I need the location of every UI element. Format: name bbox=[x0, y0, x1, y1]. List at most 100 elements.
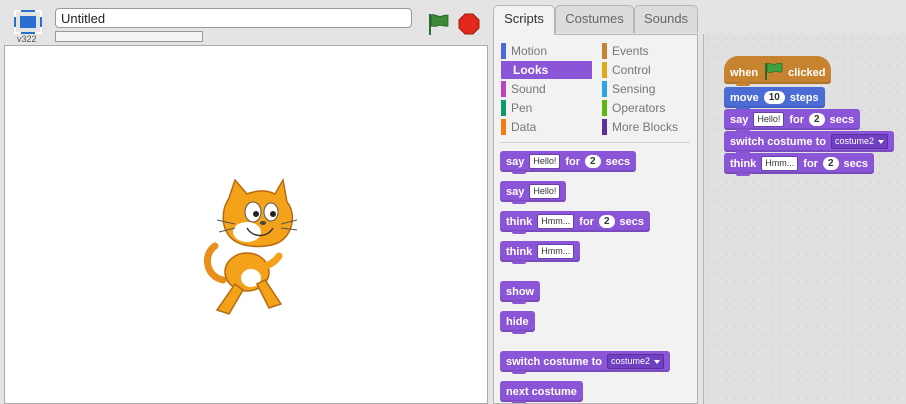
cat-sprite-icon[interactable] bbox=[201, 176, 301, 324]
category-color-swatch bbox=[501, 81, 506, 97]
category-data[interactable]: Data bbox=[501, 118, 591, 136]
category-control[interactable]: Control bbox=[602, 61, 694, 79]
costume-dropdown[interactable]: costume2 bbox=[606, 354, 664, 369]
category-pen[interactable]: Pen bbox=[501, 99, 591, 117]
block-keyword: say bbox=[730, 113, 749, 126]
block-keyword: next costume bbox=[506, 385, 577, 398]
category-label: Events bbox=[612, 44, 649, 58]
block-think[interactable]: think Hmm... bbox=[500, 241, 581, 264]
block-keyword: for bbox=[565, 155, 581, 168]
category-label: Looks bbox=[513, 63, 549, 77]
block-switch-costume[interactable]: switch costume to costume2 bbox=[500, 351, 670, 374]
block-notch bbox=[512, 371, 526, 374]
block-keyword: switch costume to bbox=[730, 135, 826, 148]
block-notch bbox=[512, 231, 526, 234]
block-keyword: say bbox=[506, 185, 525, 198]
block-notch bbox=[512, 171, 526, 174]
block-notch bbox=[736, 83, 750, 86]
tab-costumes[interactable]: Costumes bbox=[555, 5, 634, 33]
green-flag-icon[interactable] bbox=[426, 12, 450, 36]
category-color-swatch bbox=[602, 43, 607, 59]
category-label: Pen bbox=[511, 101, 533, 115]
block-keyword: think bbox=[506, 245, 533, 258]
block-say-for-secs[interactable]: say Hello! for 2 secs bbox=[500, 151, 637, 174]
category-label: More Blocks bbox=[612, 120, 679, 134]
category-events[interactable]: Events bbox=[602, 42, 694, 60]
block-keyword: hide bbox=[506, 315, 529, 328]
message-input[interactable]: Hmm... bbox=[537, 244, 575, 259]
category-more-blocks[interactable]: More Blocks bbox=[602, 118, 694, 136]
dropdown-value: costume2 bbox=[610, 356, 650, 366]
category-label: Sensing bbox=[612, 82, 656, 96]
block-say[interactable]: say Hello! bbox=[500, 181, 567, 204]
block-switch-costume[interactable]: switch costume to costume2 bbox=[724, 131, 894, 154]
block-move-steps[interactable]: move 10 steps bbox=[724, 87, 825, 110]
block-palette: Motion Looks Sound Pen Data Events Contr… bbox=[493, 34, 698, 404]
category-color-swatch bbox=[501, 43, 506, 59]
tab-sounds[interactable]: Sounds bbox=[634, 5, 698, 33]
seconds-input[interactable]: 2 bbox=[809, 113, 825, 126]
block-next-costume[interactable]: next costume bbox=[500, 381, 583, 403]
category-color-swatch bbox=[602, 119, 607, 135]
seconds-input[interactable]: 2 bbox=[585, 155, 601, 168]
message-input[interactable]: Hello! bbox=[753, 112, 785, 127]
block-notch bbox=[512, 301, 526, 304]
version-label: v322 bbox=[17, 34, 37, 44]
block-hide[interactable]: hide bbox=[500, 311, 535, 334]
message-input[interactable]: Hello! bbox=[529, 154, 561, 169]
message-input[interactable]: Hello! bbox=[529, 184, 561, 199]
dropdown-value: costume2 bbox=[834, 136, 874, 146]
block-notch bbox=[512, 261, 526, 264]
seconds-input[interactable]: 2 bbox=[822, 157, 839, 170]
palette-divider bbox=[500, 142, 690, 143]
category-label: Operators bbox=[612, 101, 666, 115]
block-keyword: secs bbox=[829, 113, 855, 126]
block-show[interactable]: show bbox=[500, 281, 541, 304]
category-label: Sound bbox=[511, 82, 546, 96]
block-think-for-secs[interactable]: think Hmm... for 2 secs bbox=[500, 211, 650, 234]
category-looks[interactable]: Looks bbox=[501, 61, 592, 79]
category-motion[interactable]: Motion bbox=[501, 42, 591, 60]
chevron-down-icon bbox=[878, 139, 884, 144]
block-keyword: think bbox=[730, 157, 757, 170]
stage-header: v322 bbox=[0, 0, 488, 45]
project-title-input[interactable] bbox=[55, 8, 412, 28]
costume-dropdown[interactable]: costume2 bbox=[830, 134, 888, 149]
message-input[interactable]: Hmm... bbox=[537, 214, 575, 229]
block-keyword: secs bbox=[619, 215, 644, 228]
fullscreen-icon[interactable] bbox=[14, 10, 42, 34]
block-keyword: for bbox=[579, 215, 594, 228]
block-keyword: switch costume to bbox=[506, 355, 602, 368]
scripts-area[interactable]: when clicked move 10 steps say Hello! fo… bbox=[703, 34, 906, 404]
message-input[interactable]: Hmm... bbox=[761, 156, 799, 171]
stage[interactable] bbox=[4, 45, 488, 404]
block-notch bbox=[736, 173, 750, 176]
category-sound[interactable]: Sound bbox=[501, 80, 591, 98]
block-say-for-secs[interactable]: say Hello! for 2 secs bbox=[724, 109, 861, 132]
green-flag-icon bbox=[763, 62, 783, 83]
block-when-flag-clicked[interactable]: when clicked bbox=[724, 56, 832, 86]
category-label: Data bbox=[511, 120, 537, 134]
category-color-swatch bbox=[501, 100, 506, 116]
steps-input[interactable]: 10 bbox=[763, 91, 785, 104]
block-think-for-secs[interactable]: think Hmm... for 2 secs bbox=[724, 153, 874, 176]
block-keyword: say bbox=[506, 155, 525, 168]
category-color-swatch bbox=[501, 119, 506, 135]
category-label: Motion bbox=[511, 44, 548, 58]
block-notch bbox=[512, 201, 526, 204]
category-color-swatch bbox=[602, 100, 607, 116]
chevron-down-icon bbox=[654, 359, 660, 364]
seconds-input[interactable]: 2 bbox=[598, 215, 615, 228]
progress-bar bbox=[55, 31, 203, 42]
tab-scripts[interactable]: Scripts bbox=[493, 5, 555, 35]
block-notch bbox=[512, 331, 526, 334]
block-keyword: for bbox=[789, 113, 805, 126]
category-operators[interactable]: Operators bbox=[602, 99, 694, 117]
category-sensing[interactable]: Sensing bbox=[602, 80, 694, 98]
block-keyword: think bbox=[506, 215, 533, 228]
block-keyword: move bbox=[730, 91, 759, 104]
block-keyword: for bbox=[803, 157, 818, 170]
block-keyword: secs bbox=[605, 155, 631, 168]
stop-sign-icon[interactable] bbox=[458, 13, 480, 35]
block-keyword: steps bbox=[789, 91, 819, 104]
